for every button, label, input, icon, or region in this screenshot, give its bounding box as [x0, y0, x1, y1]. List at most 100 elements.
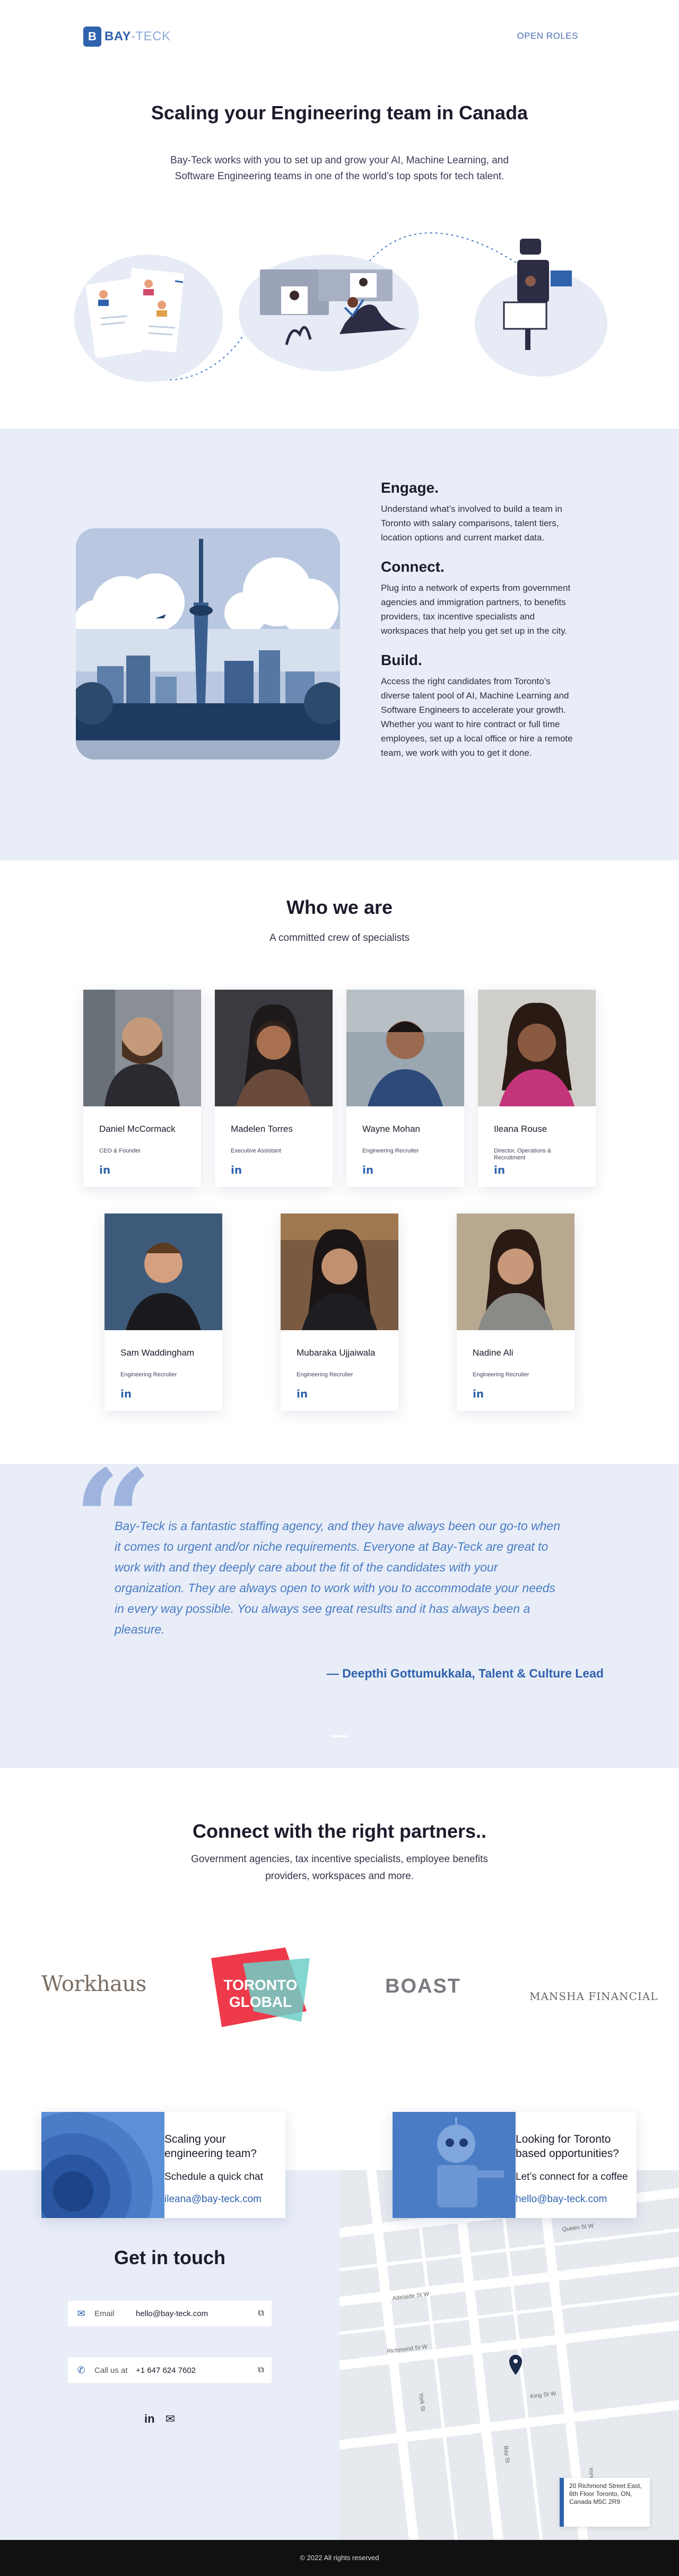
mail-icon[interactable]: ✉ [166, 2412, 175, 2426]
engage-blocks: Engage. Understand what’s involved to bu… [381, 479, 577, 774]
portrait-image [281, 1213, 398, 1330]
partner-logo-workhaus[interactable]: Workhaus [41, 1972, 146, 1996]
phone-label: Call us at [94, 2365, 128, 2375]
email-label: Email [94, 2309, 115, 2318]
linkedin-icon[interactable]: in [144, 2412, 155, 2426]
engage-block-title: Engage. [381, 479, 439, 496]
portrait-image [346, 990, 464, 1106]
footer: © 2022 All rights reserved [0, 2540, 679, 2576]
connect-block-title: Connect. [381, 558, 445, 575]
connect-block: Connect. Plug into a network of experts … [381, 558, 577, 638]
testimonial-text: Bay-Teck is a fantastic staffing agency,… [115, 1519, 560, 1636]
portrait-image [478, 990, 596, 1106]
logo-text-sub: -TECK [130, 29, 171, 43]
team-photo [83, 990, 201, 1106]
linkedin-icon[interactable]: in [120, 1387, 132, 1400]
promo-art-robot [393, 2112, 516, 2218]
partner-logo-toronto-global[interactable]: TORONTO GLOBAL [206, 1948, 315, 2032]
team-photo [215, 990, 333, 1106]
engage-section: Engage. Understand what’s involved to bu… [0, 429, 679, 860]
team-photo [457, 1213, 574, 1330]
member-name: Nadine Ali [473, 1348, 513, 1358]
toronto-logo-line1: TORONTO [224, 1977, 298, 1993]
phone-icon: ✆ [77, 2364, 85, 2376]
team-card: Daniel McCormack CEO & Founder in [83, 990, 201, 1187]
member-name: Mubaraka Ujjaiwala [297, 1348, 376, 1358]
team-card: Sam Waddingham Engineering Recruiter in [105, 1213, 222, 1411]
promo-opportunities-lead: Let’s connect for a coffee [516, 2171, 628, 2182]
partner-logo-boast[interactable]: BOAST [385, 1975, 461, 1998]
toronto-logo-line2: GLOBAL [229, 1994, 292, 2010]
team-card: Wayne Mohan Engineering Recruiter in [346, 990, 464, 1187]
promo-opportunities-title: Looking for Toronto based opportunities? [516, 2133, 619, 2160]
promo-scaling-title: Scaling your engineering team? [164, 2133, 257, 2160]
member-name: Madelen Torres [231, 1124, 293, 1134]
address-card: 20 Richmond Street East, 6th Floor Toron… [560, 2478, 650, 2527]
team-photo [105, 1213, 222, 1330]
team-card: Madelen Torres Executive Assistant in [215, 990, 333, 1187]
team-photo [478, 990, 596, 1106]
copy-email-icon[interactable]: ⧉ [250, 2309, 272, 2318]
linkedin-icon[interactable]: in [494, 1164, 505, 1176]
member-name: Daniel McCormack [99, 1124, 176, 1134]
team-card: Nadine Ali Engineering Recruiter in [457, 1213, 574, 1411]
linkedin-icon[interactable]: in [473, 1387, 484, 1400]
member-role: Director, Operations & Recruitment [494, 1148, 552, 1161]
page: B BAY-TECK OPEN ROLES Scaling your Engin… [0, 0, 679, 2576]
toronto-skyline-illustration [76, 528, 340, 759]
promo-scaling-lead: Schedule a quick chat [164, 2171, 263, 2182]
social-links: in ✉ [144, 2412, 175, 2426]
email-field: ✉ Email hello@bay-teck.com ⧉ [68, 2301, 272, 2326]
hero-illustration [74, 232, 607, 382]
linkedin-icon[interactable]: in [231, 1164, 242, 1176]
linkedin-icon[interactable]: in [99, 1164, 110, 1176]
logo-text: BAY-TECK [105, 29, 170, 44]
member-role: Executive Assistant [231, 1148, 281, 1154]
copy-phone-icon[interactable]: ⧉ [250, 2365, 272, 2375]
portrait-image [83, 990, 201, 1106]
team-card: Mubaraka Ujjaiwala Engineering Recruiter… [281, 1213, 398, 1411]
promo-opportunities-email-link[interactable]: hello@bay-teck.com [516, 2194, 607, 2205]
email-value-link[interactable]: hello@bay-teck.com [136, 2309, 250, 2318]
promo-card-scaling: Scaling your engineering team? Schedule … [41, 2112, 285, 2218]
logo-mark: B [83, 27, 101, 47]
header: B BAY-TECK OPEN ROLES [0, 0, 679, 74]
carousel-indicator[interactable] [332, 1735, 347, 1737]
phone-field: ✆ Call us at +1 647 624 7602 ⧉ [68, 2357, 272, 2383]
toronto-skyline-svg [76, 528, 340, 759]
partner-logo-mansha[interactable]: MANSHA FINANCIAL [529, 1990, 658, 2003]
logo[interactable]: B BAY-TECK [83, 27, 170, 47]
promo-scaling-email-link[interactable]: ileana@bay-teck.com [164, 2194, 262, 2205]
testimonial-section: “ Bay-Teck is a fantastic staffing agenc… [0, 1452, 679, 1768]
member-role: Engineering Recruiter [120, 1372, 177, 1378]
nav-open-roles-link[interactable]: OPEN ROLES [517, 31, 578, 41]
member-role: CEO & Founder [99, 1148, 141, 1154]
hero-text: Bay-Teck works with you to set up and gr… [170, 155, 509, 182]
build-block-title: Build. [381, 652, 422, 668]
linkedin-icon[interactable]: in [297, 1387, 308, 1400]
team-photo [346, 990, 464, 1106]
team-title: Who we are [286, 896, 393, 918]
mail-icon: ✉ [77, 2308, 85, 2319]
build-block: Build. Access the right candidates from … [381, 652, 577, 760]
team-subtitle: A committed crew of specialists [269, 932, 410, 944]
member-name: Sam Waddingham [120, 1348, 195, 1358]
engage-block-text: Understand what’s involved to build a te… [381, 504, 562, 543]
portrait-image [215, 990, 333, 1106]
build-block-text: Access the right candidates from Toronto… [381, 676, 573, 758]
partners-subtitle: Government agencies, tax incentive speci… [191, 1854, 488, 1882]
member-name: Ileana Rouse [494, 1124, 547, 1134]
linkedin-icon[interactable]: in [362, 1164, 373, 1176]
member-role: Engineering Recruiter [297, 1372, 353, 1378]
connect-block-text: Plug into a network of experts from gove… [381, 583, 571, 636]
member-role: Engineering Recruiter [362, 1148, 419, 1154]
promo-art-circles [41, 2112, 164, 2218]
partners-title: Connect with the right partners.. [192, 1820, 487, 1842]
phone-value-link[interactable]: +1 647 624 7602 [136, 2366, 250, 2375]
team-photo [281, 1213, 398, 1330]
member-name: Wayne Mohan [362, 1124, 420, 1134]
logo-text-main: BAY [105, 29, 131, 43]
member-role: Engineering Recruiter [473, 1372, 529, 1378]
promo-card-opportunities: Looking for Toronto based opportunities?… [393, 2112, 637, 2218]
hero-title: Scaling your Engineering team in Canada [151, 102, 528, 124]
